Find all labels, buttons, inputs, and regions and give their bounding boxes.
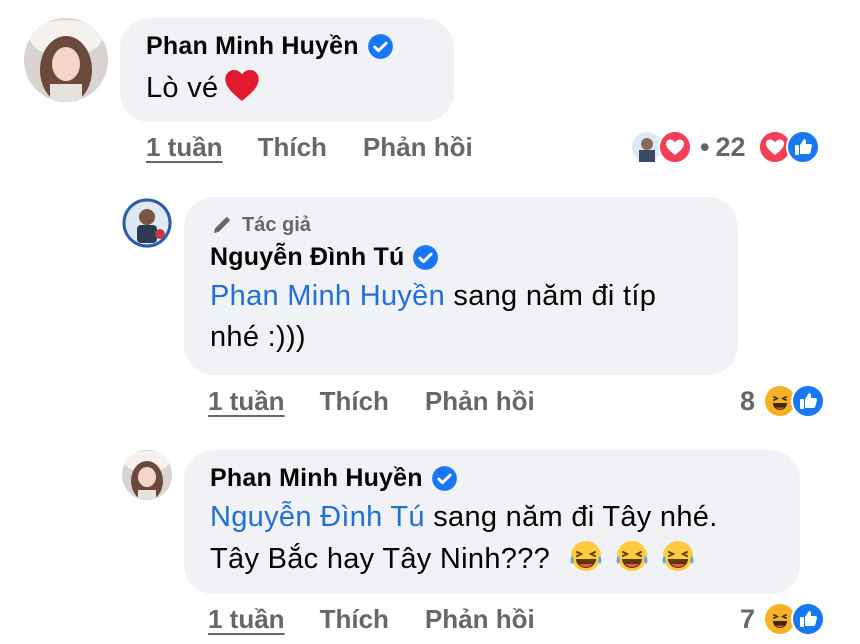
like-button[interactable]: Thích — [320, 604, 389, 635]
comment-time[interactable]: 1 tuần — [208, 604, 285, 635]
reaction-separator: • — [700, 131, 710, 162]
mention-link[interactable]: Nguyễn Đình Tú — [210, 501, 425, 533]
mention-link[interactable]: Phan Minh Huyền — [210, 280, 445, 312]
reaction-type-stack — [763, 384, 826, 418]
comment-bubble-1: Phan Minh Huyền Lò vé — [120, 18, 454, 122]
verified-badge-icon — [431, 465, 458, 492]
reply-button[interactable]: Phản hồi — [363, 132, 473, 163]
reactor-avatar-stack — [630, 130, 692, 164]
tears-of-joy-emoji-icon — [614, 538, 650, 574]
comment-author[interactable]: Phan Minh Huyền — [146, 32, 359, 61]
love-reaction-icon — [658, 130, 692, 164]
comment-time[interactable]: 1 tuần — [146, 132, 223, 163]
reply-button[interactable]: Phản hồi — [425, 604, 535, 635]
tears-of-joy-emoji-icon — [660, 538, 696, 574]
comment-text-line1: sang năm đi típ — [445, 280, 657, 312]
comment-text-line2: nhé :))) — [210, 321, 306, 353]
tears-of-joy-emoji-icon — [568, 538, 604, 574]
reaction-type-stack — [763, 602, 826, 636]
heart-emoji-icon — [222, 65, 262, 105]
like-reaction-icon — [785, 130, 820, 164]
comment-time[interactable]: 1 tuần — [208, 386, 285, 417]
comment-author[interactable]: Nguyễn Đình Tú — [210, 243, 404, 272]
author-badge: Tác giả — [210, 213, 712, 237]
comment-author[interactable]: Phan Minh Huyền — [210, 464, 423, 493]
reactions-summary-1[interactable]: • 22 — [630, 130, 820, 164]
comment-bubble-3: Phan Minh Huyền Nguyễn Đình Tú sang năm … — [184, 450, 800, 594]
comment-text-line2: Tây Bắc hay Tây Ninh??? — [210, 543, 551, 575]
reply-button[interactable]: Phản hồi — [425, 386, 535, 417]
like-reaction-icon — [791, 602, 826, 636]
reaction-count: 8 — [740, 385, 756, 416]
avatar-phan-minh-huyen[interactable] — [122, 450, 172, 500]
comment-actions-2: 1 tuần Thích Phản hồi — [208, 386, 535, 417]
like-reaction-icon — [791, 384, 826, 418]
author-badge-label: Tác giả — [242, 213, 311, 236]
comment-text: Lò vé — [146, 72, 219, 104]
avatar-nguyen-dinh-tu[interactable] — [122, 198, 172, 248]
reaction-count: 7 — [740, 603, 756, 634]
verified-badge-icon — [367, 33, 394, 60]
like-button[interactable]: Thích — [320, 386, 389, 417]
reactions-summary-3[interactable]: 7 — [740, 602, 826, 636]
reaction-count: 22 — [715, 131, 746, 162]
comment-text-line1: sang năm đi Tây nhé. — [424, 501, 718, 533]
comment-bubble-2: Tác giả Nguyễn Đình Tú Phan Minh Huyền s… — [184, 197, 738, 375]
like-button[interactable]: Thích — [258, 132, 327, 163]
avatar-phan-minh-huyen[interactable] — [24, 18, 108, 102]
verified-badge-icon — [412, 244, 439, 271]
comment-actions-3: 1 tuần Thích Phản hồi — [208, 604, 535, 635]
pencil-icon — [210, 213, 234, 237]
reactions-summary-2[interactable]: 8 — [740, 384, 826, 418]
comment-actions-1: 1 tuần Thích Phản hồi — [146, 132, 473, 163]
reaction-type-stack — [757, 130, 820, 164]
